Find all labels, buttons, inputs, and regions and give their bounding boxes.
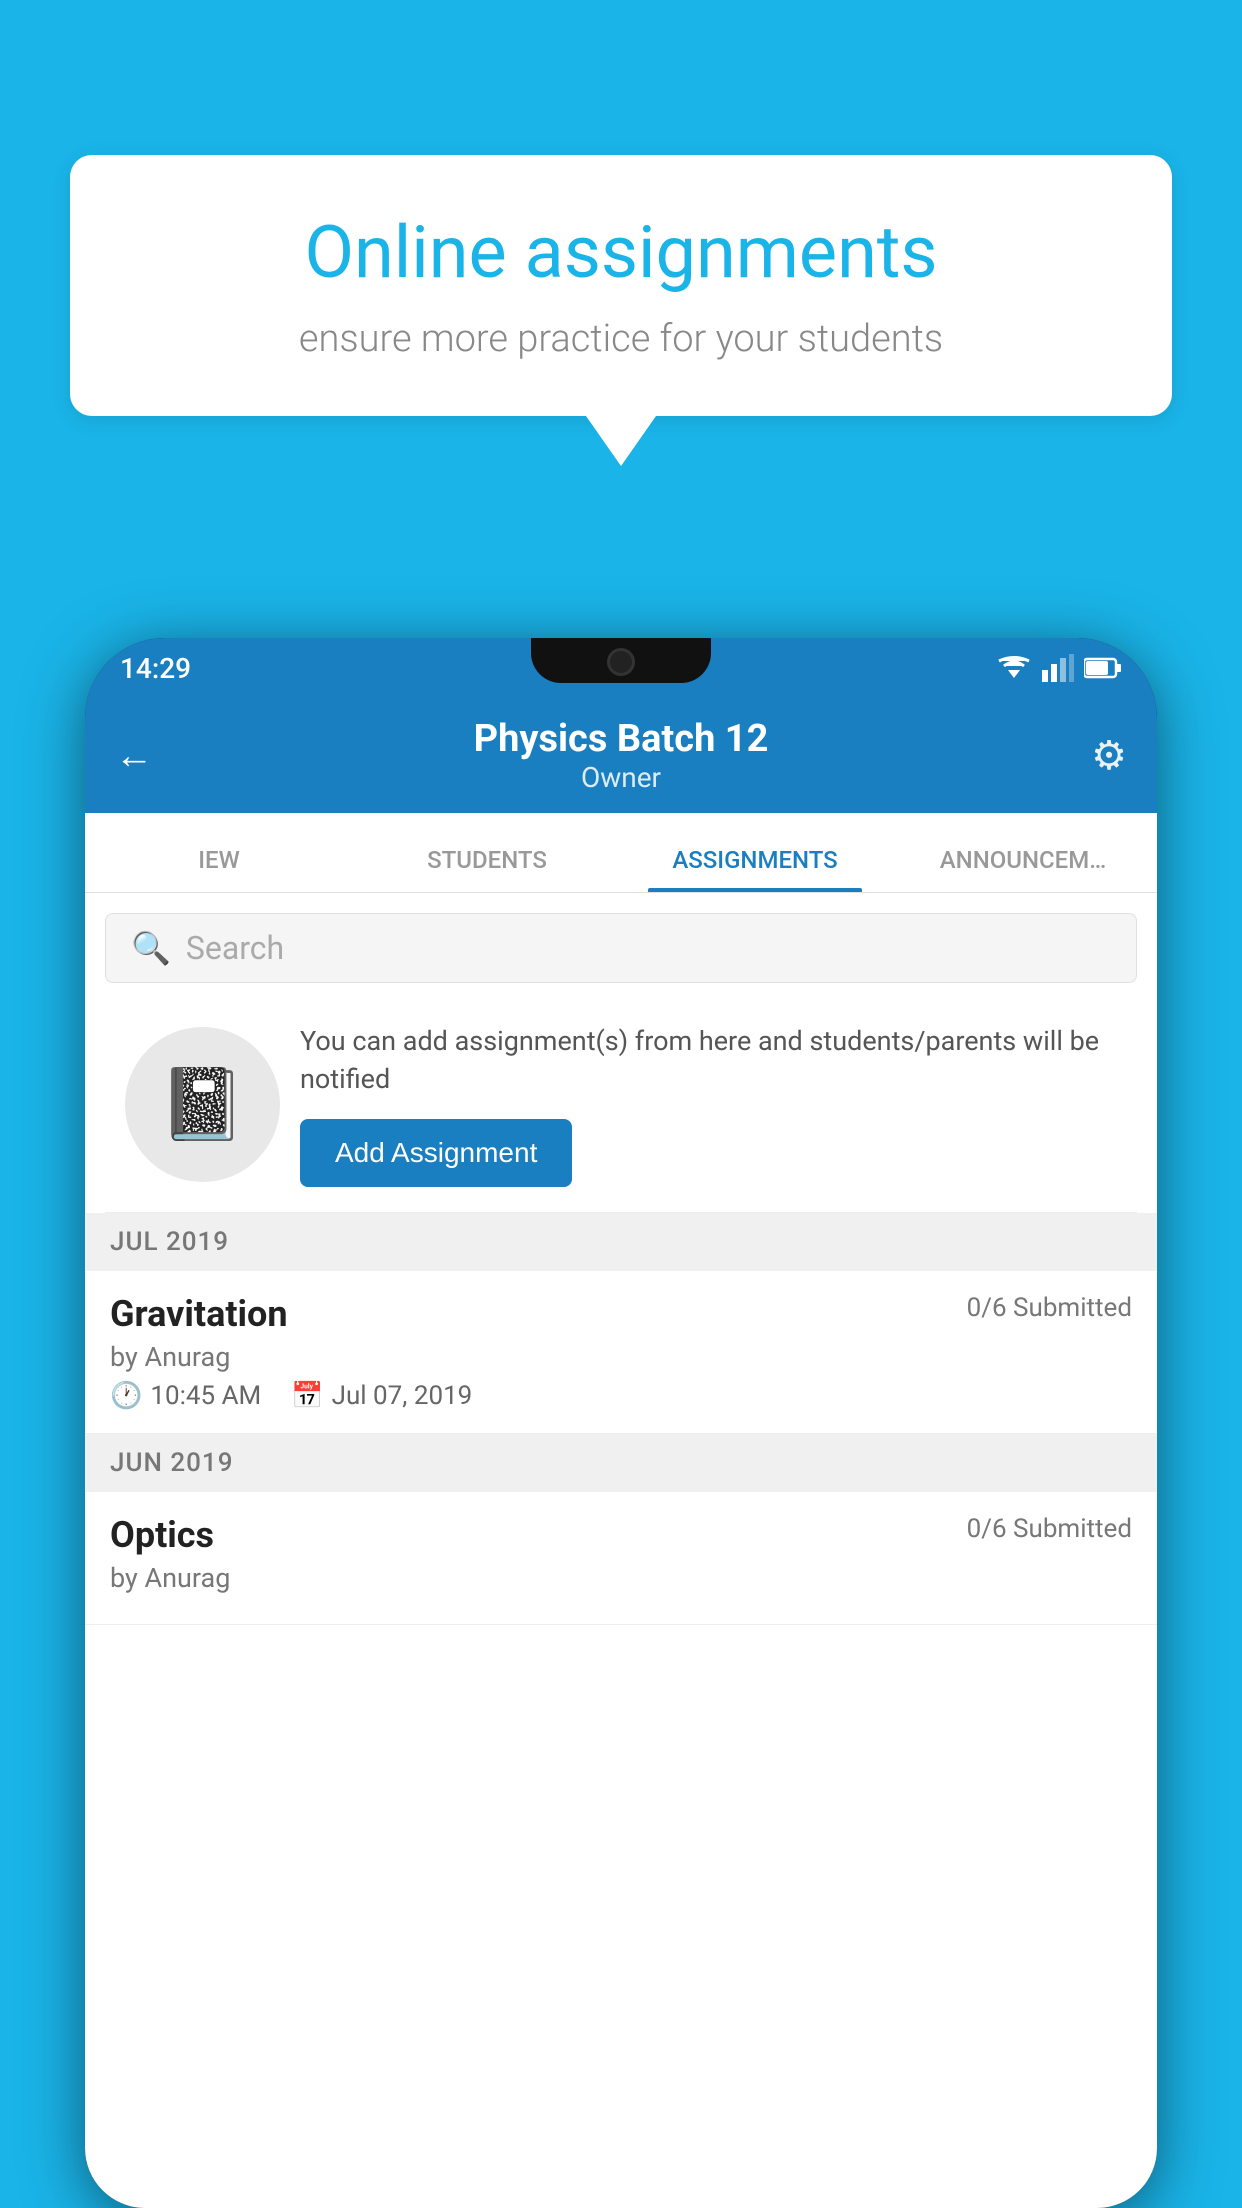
back-button[interactable]: ← bbox=[115, 734, 153, 778]
tab-announcements[interactable]: ANNOUNCEM… bbox=[889, 846, 1157, 892]
assignment-submitted-gravitation: 0/6 Submitted bbox=[967, 1293, 1132, 1323]
speech-bubble-subtitle: ensure more practice for your students bbox=[140, 317, 1102, 361]
assignment-name-gravitation: Gravitation bbox=[110, 1293, 288, 1335]
assignment-info: You can add assignment(s) from here and … bbox=[300, 1023, 1117, 1187]
assignment-item-top: Gravitation 0/6 Submitted bbox=[110, 1293, 1132, 1335]
section-header-jun2019: JUN 2019 bbox=[85, 1434, 1157, 1492]
speech-bubble-title: Online assignments bbox=[140, 210, 1102, 295]
phone-frame: 14:29 ← Phys bbox=[85, 638, 1157, 2208]
assignment-item-optics[interactable]: Optics 0/6 Submitted by Anurag bbox=[85, 1492, 1157, 1625]
phone-notch bbox=[531, 638, 711, 683]
add-assignment-button[interactable]: Add Assignment bbox=[300, 1119, 572, 1187]
speech-bubble-wrapper: Online assignments ensure more practice … bbox=[70, 155, 1172, 466]
header-title-block: Physics Batch 12 Owner bbox=[474, 717, 769, 794]
assignment-time-gravitation: 🕐 10:45 AM bbox=[110, 1381, 261, 1411]
app-header: ← Physics Batch 12 Owner ⚙ bbox=[85, 698, 1157, 813]
tabs-bar: IEW STUDENTS ASSIGNMENTS ANNOUNCEM… bbox=[85, 813, 1157, 893]
assignment-date-gravitation: 📅 Jul 07, 2019 bbox=[291, 1381, 472, 1411]
assignment-author-optics: by Anurag bbox=[110, 1562, 1132, 1594]
speech-bubble-arrow bbox=[586, 416, 656, 466]
search-placeholder: Search bbox=[186, 929, 284, 967]
phone-camera bbox=[607, 648, 635, 676]
wifi-icon bbox=[996, 654, 1032, 682]
search-bar[interactable]: 🔍 Search bbox=[105, 913, 1137, 983]
status-time: 14:29 bbox=[120, 652, 191, 685]
search-icon: 🔍 bbox=[131, 929, 171, 967]
tab-overview[interactable]: IEW bbox=[85, 846, 353, 892]
assignment-meta-gravitation: 🕐 10:45 AM 📅 Jul 07, 2019 bbox=[110, 1381, 1132, 1411]
assignment-item-gravitation[interactable]: Gravitation 0/6 Submitted by Anurag 🕐 10… bbox=[85, 1271, 1157, 1434]
battery-icon bbox=[1084, 657, 1122, 679]
assignment-author-gravitation: by Anurag bbox=[110, 1341, 1132, 1373]
speech-bubble: Online assignments ensure more practice … bbox=[70, 155, 1172, 416]
header-title: Physics Batch 12 bbox=[474, 717, 769, 761]
assignment-name-optics: Optics bbox=[110, 1514, 214, 1556]
calendar-icon: 📅 bbox=[291, 1381, 323, 1411]
assignment-item-top-optics: Optics 0/6 Submitted bbox=[110, 1514, 1132, 1556]
tab-assignments[interactable]: ASSIGNMENTS bbox=[621, 846, 889, 892]
assignment-notebook-icon: 📓 bbox=[159, 1064, 246, 1146]
gear-icon[interactable]: ⚙ bbox=[1091, 732, 1127, 779]
tab-students[interactable]: STUDENTS bbox=[353, 846, 621, 892]
status-icons bbox=[996, 654, 1122, 682]
clock-icon: 🕐 bbox=[110, 1381, 142, 1411]
content-area: 🔍 Search 📓 You can add assignment(s) fro… bbox=[85, 893, 1157, 2208]
assignment-description: You can add assignment(s) from here and … bbox=[300, 1023, 1117, 1099]
header-subtitle: Owner bbox=[474, 761, 769, 794]
signal-icon bbox=[1042, 654, 1074, 682]
section-header-jul2019: JUL 2019 bbox=[85, 1213, 1157, 1271]
assignment-submitted-optics: 0/6 Submitted bbox=[967, 1514, 1132, 1544]
add-assignment-card: 📓 You can add assignment(s) from here an… bbox=[105, 998, 1137, 1213]
assignment-icon-circle: 📓 bbox=[125, 1027, 280, 1182]
